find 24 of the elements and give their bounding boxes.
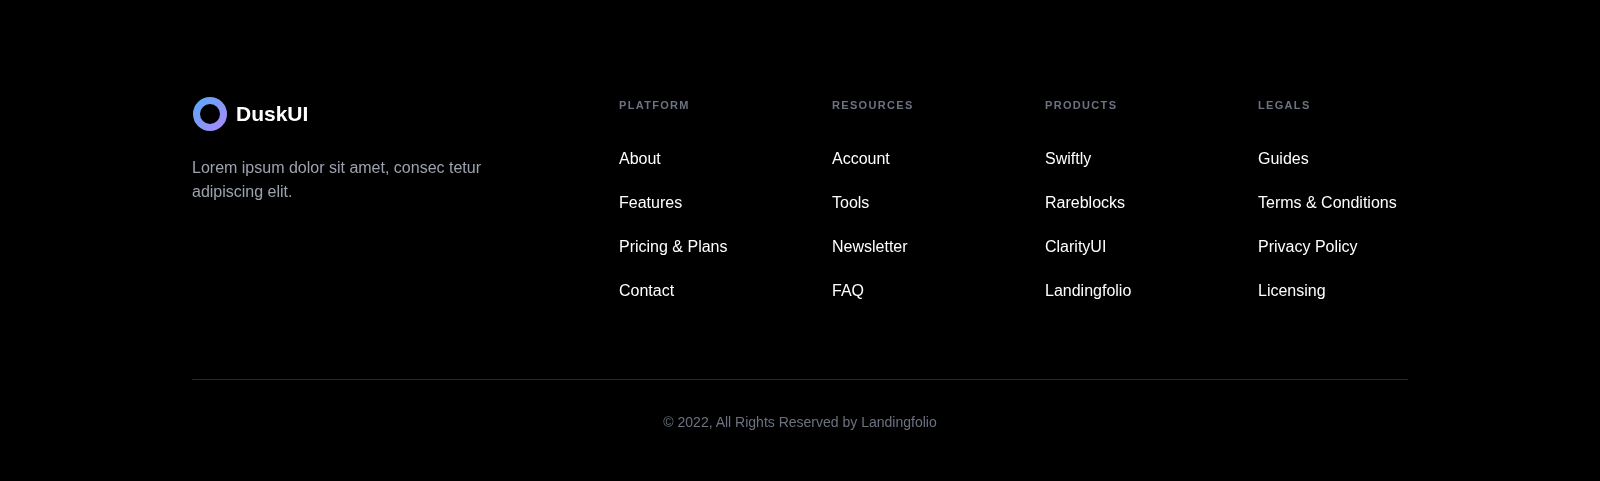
copyright-text: © 2022, All Rights Reserved by Landingfolio (662, 413, 938, 432)
column-heading: PLATFORM (619, 98, 691, 113)
footer-link[interactable]: Pricing & Plans (619, 238, 728, 255)
footer-link[interactable]: Guides (1258, 150, 1309, 167)
footer-link[interactable]: Privacy Policy (1258, 238, 1358, 255)
footer-link[interactable]: Rareblocks (1045, 194, 1126, 211)
footer-link[interactable]: Licensing (1258, 282, 1326, 299)
brand-name: DuskUI (236, 101, 309, 128)
footer-link[interactable]: Account (832, 150, 890, 167)
footer-link[interactable]: About (619, 150, 661, 167)
footer-link[interactable]: Landingfolio (1045, 282, 1132, 299)
column-heading: LEGALS (1258, 98, 1312, 113)
column-heading: RESOURCES (832, 98, 915, 113)
footer-link[interactable]: Tools (832, 194, 870, 211)
brand-tagline: Lorem ipsum dolor sit amet, consec tetur adipiscing elit. (192, 158, 482, 202)
footer-link[interactable]: FAQ (832, 282, 864, 299)
footer-link[interactable]: Terms & Conditions (1258, 194, 1397, 211)
logo-icon (192, 96, 228, 132)
footer-link[interactable]: Swiftly (1045, 150, 1092, 167)
footer-link[interactable]: Newsletter (832, 238, 908, 255)
footer-link[interactable]: Contact (619, 282, 675, 299)
footer-link[interactable]: ClarityUI (1045, 238, 1107, 255)
footer-link[interactable]: Features (619, 194, 683, 211)
column-heading: PRODUCTS (1045, 98, 1119, 113)
